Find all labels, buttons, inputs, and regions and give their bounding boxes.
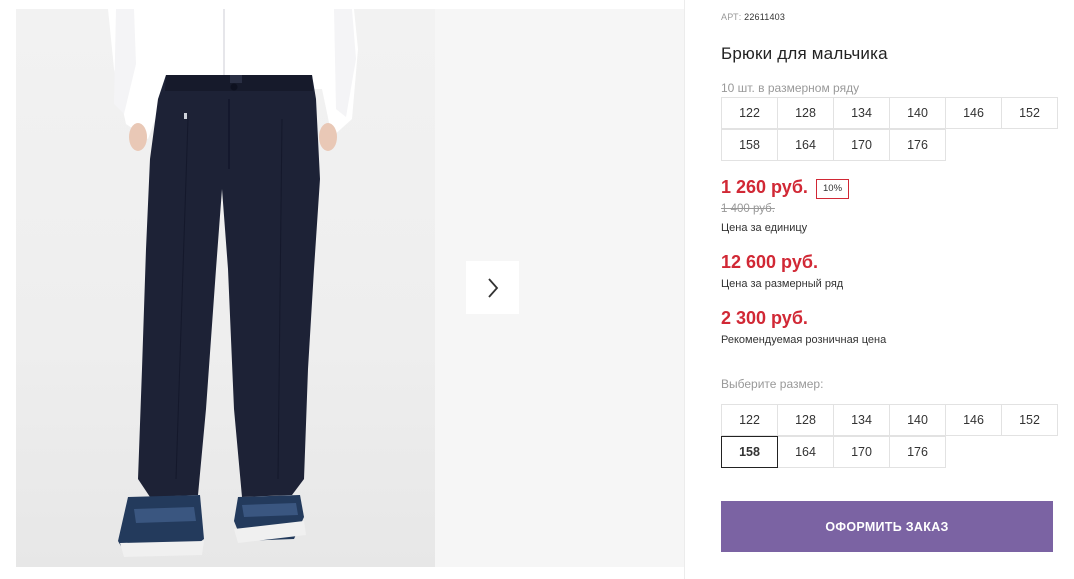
size-option[interactable]: 146	[945, 404, 1002, 436]
place-order-button[interactable]: ОФОРМИТЬ ЗАКАЗ	[721, 501, 1053, 552]
choose-size-label: Выберите размер:	[721, 377, 824, 391]
discount-badge: 10%	[816, 179, 850, 199]
pack-size-cell: 122	[721, 97, 778, 129]
size-selector: 122 128 134 140 146 152 158 164 170 176	[721, 404, 1061, 468]
old-price: 1 400 руб.	[721, 203, 775, 215]
size-option[interactable]: 140	[889, 404, 946, 436]
pack-size-cell: 146	[945, 97, 1002, 129]
pack-size-cell: 158	[721, 129, 778, 161]
sku-value: 22611403	[744, 12, 786, 22]
size-selector-row: 122 128 134 140 146 152	[721, 404, 1061, 436]
pack-sizes-row: 158 164 170 176	[721, 129, 1061, 161]
unit-price: 1 260 руб.	[721, 177, 808, 197]
pack-size-cell: 164	[777, 129, 834, 161]
trousers-illustration	[108, 9, 358, 557]
pack-size-cell: 170	[833, 129, 890, 161]
chevron-right-icon	[487, 277, 498, 298]
pack-size-cell: 176	[889, 129, 946, 161]
pack-sizes-grid: 122 128 134 140 146 152 158 164 170 176	[721, 97, 1061, 161]
size-option[interactable]: 176	[889, 436, 946, 468]
row-price: 12 600 руб.	[721, 252, 818, 272]
product-title: Брюки для мальчика	[721, 44, 888, 63]
size-option-selected[interactable]: 158	[721, 436, 778, 468]
sku-label: АРТ:	[721, 12, 742, 22]
product-gallery	[0, 0, 684, 579]
size-option[interactable]: 128	[777, 404, 834, 436]
row-price-label: Цена за размерный ряд	[721, 278, 844, 290]
unit-price-label: Цена за единицу	[721, 222, 808, 234]
product-photo[interactable]	[16, 9, 435, 567]
panel-divider	[684, 0, 685, 579]
size-option[interactable]: 134	[833, 404, 890, 436]
size-option[interactable]: 152	[1001, 404, 1058, 436]
sku-line: АРТ: 22611403	[721, 12, 785, 22]
size-selector-row: 158 164 170 176	[721, 436, 1061, 468]
pack-size-cell: 152	[1001, 97, 1058, 129]
pack-size-cell: 128	[777, 97, 834, 129]
pack-size-cell: 134	[833, 97, 890, 129]
size-option[interactable]: 170	[833, 436, 890, 468]
pack-note: 10 шт. в размерном ряду	[721, 81, 860, 95]
retail-price-label: Рекомендуемая розничная цена	[721, 334, 887, 346]
gallery-next-button[interactable]	[466, 261, 519, 314]
size-option[interactable]: 164	[777, 436, 834, 468]
size-option[interactable]: 122	[721, 404, 778, 436]
retail-price: 2 300 руб.	[721, 308, 808, 328]
pack-sizes-row: 122 128 134 140 146 152	[721, 97, 1061, 129]
pack-size-cell: 140	[889, 97, 946, 129]
